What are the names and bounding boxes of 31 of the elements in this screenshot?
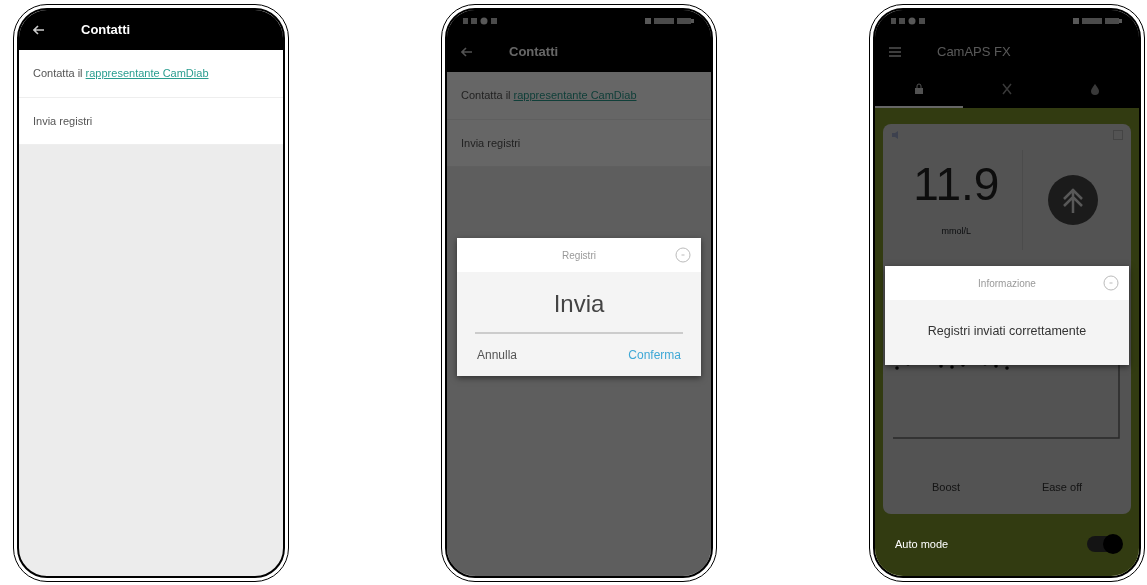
close-icon[interactable]: [1103, 275, 1119, 291]
dialog-message: Invia: [552, 289, 606, 319]
representative-link[interactable]: rappresentante CamDiab: [85, 67, 209, 79]
battery-icon: [1073, 17, 1123, 25]
screen-title: Contatti: [509, 43, 559, 62]
menu-item[interactable]: Invia registri: [447, 119, 711, 167]
contact-text: Contatta il rappresentante CamDiab: [33, 67, 209, 79]
dialog-title: Informazione: [978, 276, 1036, 291]
battery-icon: [645, 17, 695, 25]
representative-link[interactable]: rappresentante CamDiab: [513, 89, 637, 101]
dialog-button[interactable]: Annulla: [457, 334, 538, 376]
cross-icon: [1002, 83, 1012, 95]
app-title: CamAPS FX: [937, 43, 1011, 62]
auto-mode-toggle[interactable]: [1087, 535, 1121, 552]
back-arrow-icon[interactable]: [33, 25, 45, 35]
glucose-value: 11.9: [913, 161, 1000, 208]
status-icons: [463, 17, 499, 25]
auto-mode-label: Auto mode: [895, 536, 949, 552]
action-button[interactable]: Ease off: [1032, 473, 1092, 500]
action-button[interactable]: Boost: [922, 473, 970, 500]
dialog-title: Registri: [562, 248, 596, 263]
dialog-message: Registri inviati correttamente: [926, 323, 1088, 340]
status-icons: [891, 17, 927, 25]
glucose-unit: mmol/L: [941, 225, 972, 239]
lock-icon: [914, 83, 924, 95]
dialog-button[interactable]: Conferma: [608, 334, 701, 376]
drop-icon: [1090, 83, 1100, 95]
screen-title: Contatti: [81, 21, 131, 40]
menu-item[interactable]: Invia registri: [19, 97, 283, 145]
menu-icon[interactable]: [889, 47, 901, 57]
close-icon[interactable]: [675, 247, 691, 263]
